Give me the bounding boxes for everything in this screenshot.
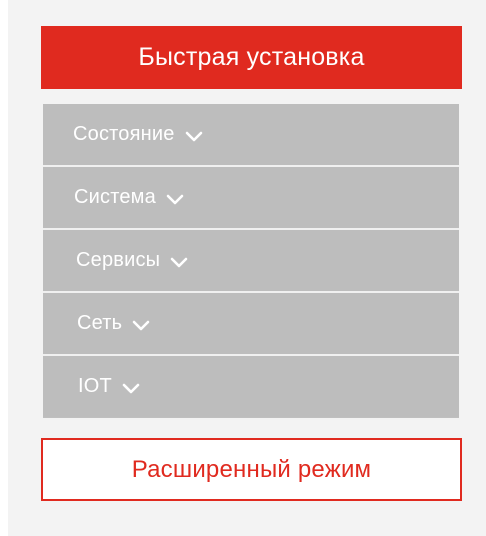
advanced-mode-label: Расширенный режим — [131, 455, 372, 483]
menu-item-label: Состояние — [73, 123, 175, 145]
quick-setup-label: Быстрая установка — [138, 43, 365, 71]
nav-menu: Состояние Система Сервисы Сеть IOT — [43, 104, 459, 418]
menu-item-services[interactable]: Сервисы — [43, 230, 459, 291]
menu-item-system[interactable]: Система — [43, 167, 459, 228]
menu-item-label: Система — [74, 186, 156, 208]
menu-item-label: Сеть — [77, 312, 123, 334]
chevron-down-icon — [166, 194, 184, 204]
menu-item-iot[interactable]: IOT — [43, 356, 459, 417]
chevron-down-icon — [185, 131, 202, 141]
quick-setup-button[interactable]: Быстрая установка — [41, 26, 462, 89]
menu-item-label: IOT — [78, 375, 112, 397]
menu-item-network[interactable]: Сеть — [43, 293, 459, 354]
chevron-down-icon — [122, 383, 140, 393]
chevron-down-icon — [132, 320, 150, 330]
advanced-mode-button[interactable]: Расширенный режим — [41, 438, 462, 501]
menu-item-label: Сервисы — [76, 249, 161, 271]
chevron-down-icon — [170, 257, 188, 267]
menu-item-status[interactable]: Состояние — [43, 104, 459, 165]
